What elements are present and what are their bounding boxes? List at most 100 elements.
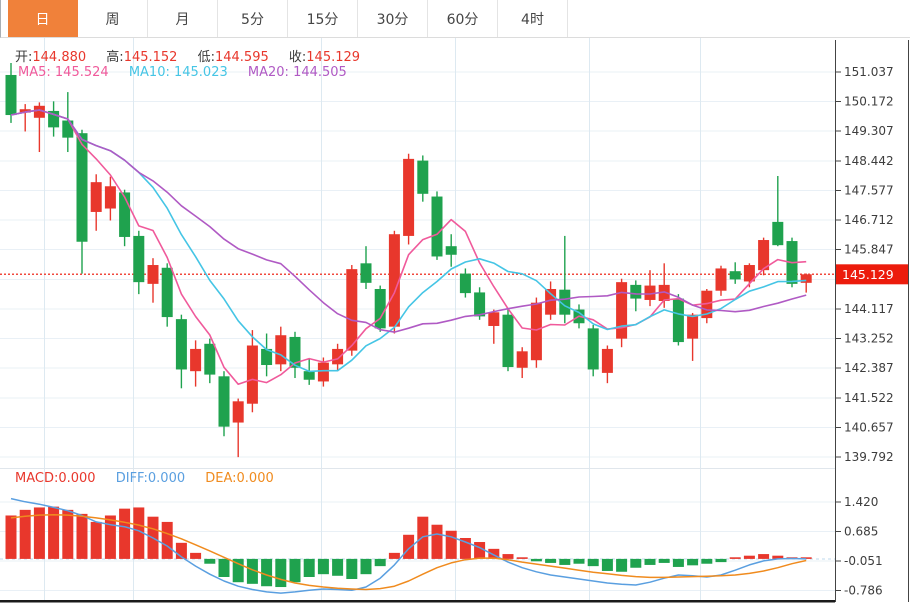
macd-bar	[616, 558, 628, 572]
y-axis-label: 141.522	[844, 391, 894, 405]
macd-bar	[743, 555, 755, 559]
tab-15分[interactable]: 15分	[288, 0, 358, 37]
y-axis-label: 148.442	[844, 154, 894, 168]
macd-bar	[190, 552, 202, 559]
candle-body	[516, 351, 528, 368]
y-axis-label: 143.252	[844, 332, 894, 346]
candle-body	[474, 292, 486, 317]
ma5-line	[10, 109, 807, 386]
candle-body	[232, 401, 244, 423]
y-axis-label: 140.657	[844, 420, 894, 434]
macd-bar	[204, 558, 216, 564]
app-window: 日周月 5分 15分 30分 60分 4时 开:144.880 高:145.152 低:1…	[0, 0, 910, 605]
macd-bar	[445, 530, 457, 559]
candle-body	[687, 314, 699, 339]
macd-bar	[729, 557, 741, 559]
macd-bar	[303, 558, 315, 577]
candle-body	[133, 235, 145, 283]
period-tabbar: 日周月 5分 15分 30分 60分 4时	[0, 0, 910, 38]
tab-月[interactable]: 月	[148, 0, 218, 37]
macd-bar	[474, 542, 486, 559]
macd-bar	[630, 558, 642, 568]
candle-body	[76, 133, 88, 242]
macd-bar	[261, 558, 273, 587]
y-axis-label: 147.577	[844, 183, 894, 197]
candle-body	[190, 348, 202, 372]
candle-body	[530, 302, 542, 361]
candle-body	[332, 348, 344, 365]
candle-body	[62, 120, 74, 138]
candle-body	[275, 335, 287, 365]
macd-bar	[119, 508, 131, 559]
macd-bar	[502, 554, 514, 559]
kline-chart[interactable]: 151.037 150.172 149.307 148.442 147.577 146.7…	[0, 38, 910, 605]
tab-30分[interactable]: 30分	[358, 0, 428, 37]
y-axis-label: 1.420	[844, 495, 878, 509]
macd-bar	[90, 521, 102, 559]
macd-bar	[658, 558, 670, 563]
y-axis-label: 142.387	[844, 361, 894, 375]
macd-bar	[573, 558, 585, 564]
y-axis-label: 144.117	[844, 302, 894, 316]
macd-bar	[672, 558, 684, 567]
macd-bar	[431, 524, 443, 559]
macd-bar	[62, 509, 74, 559]
macd-bar	[403, 534, 415, 559]
macd-bar	[161, 521, 173, 559]
macd-bar	[289, 558, 301, 583]
macd-bar	[104, 515, 116, 559]
y-axis-label: -0.786	[844, 583, 883, 597]
candle-body	[246, 345, 258, 404]
macd-bar	[332, 558, 344, 576]
y-axis-label: 139.792	[844, 450, 894, 464]
candle-body	[772, 221, 784, 246]
candle-body	[175, 319, 187, 370]
macd-bar	[587, 558, 599, 567]
macd-bar	[5, 515, 17, 559]
macd-bar	[388, 552, 400, 559]
candle-body	[601, 348, 613, 373]
tab-4时[interactable]: 4时	[498, 0, 568, 37]
candle-body	[346, 269, 358, 351]
candle-body	[374, 288, 386, 329]
candle-body	[303, 371, 315, 380]
y-axis-label: 151.037	[844, 65, 894, 79]
candle-body	[147, 265, 159, 284]
macd-bar	[530, 558, 542, 562]
candle-body	[672, 298, 684, 343]
macd-bar	[644, 558, 656, 565]
macd-bar	[374, 558, 386, 567]
macd-bar	[417, 516, 429, 559]
candle-body	[800, 274, 812, 283]
macd-bar	[317, 558, 329, 575]
current-price-text: 145.129	[842, 267, 894, 282]
tab-60分[interactable]: 60分	[428, 0, 498, 37]
macd-bar	[715, 558, 727, 563]
macd-bar	[687, 558, 699, 566]
macd-bar	[516, 557, 528, 559]
y-axis-label: -0.051	[844, 554, 883, 568]
candle-body	[417, 160, 429, 194]
candle-body	[587, 328, 599, 370]
tab-日[interactable]: 日	[8, 0, 78, 37]
candle-body	[445, 246, 457, 255]
candle-body	[90, 182, 102, 212]
macd-bar	[275, 558, 287, 588]
candle-body	[317, 362, 329, 382]
tab-周[interactable]: 周	[78, 0, 148, 37]
candle-body	[431, 196, 443, 257]
macd-bar	[360, 558, 372, 575]
candle-body	[360, 263, 372, 283]
candle-body	[204, 343, 216, 375]
candle-body	[218, 376, 230, 427]
candle-body	[729, 271, 741, 280]
candle-body	[119, 192, 131, 237]
tab-5分[interactable]: 5分	[218, 0, 288, 37]
y-axis-label: 145.847	[844, 243, 894, 257]
candle-body	[459, 273, 471, 294]
candle-body	[715, 268, 727, 291]
macd-bar	[346, 558, 358, 579]
candle-body	[403, 158, 415, 236]
candle-body	[502, 314, 514, 368]
candle-body	[488, 312, 500, 326]
